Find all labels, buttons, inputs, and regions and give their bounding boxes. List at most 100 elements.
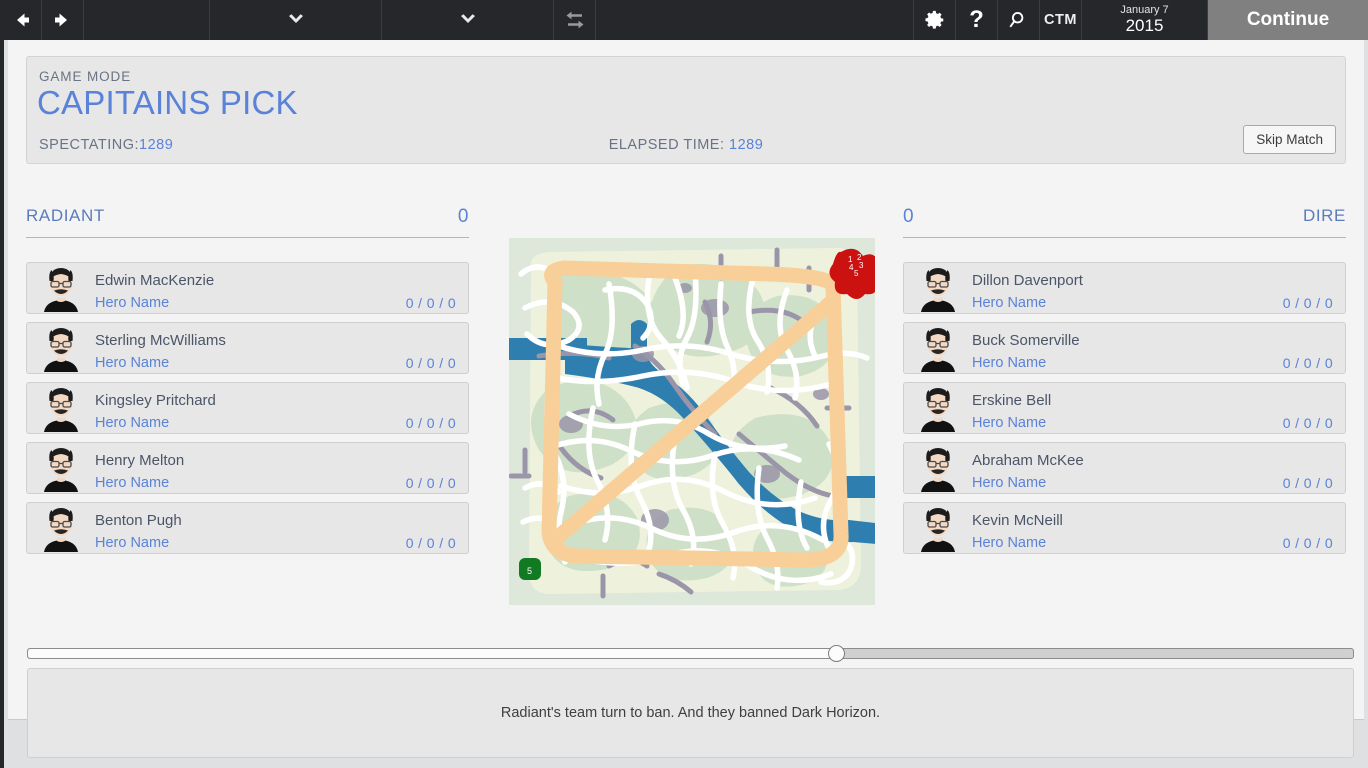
match-minimap[interactable]: 1 2 4 3 5 5 [509, 238, 875, 605]
radiant-marker: 5 [519, 558, 541, 580]
spectating-info: SPECTATING:1289 [39, 137, 173, 153]
svg-text:3: 3 [859, 261, 864, 270]
player-name: Benton Pugh [95, 512, 182, 529]
continue-label: Continue [1246, 9, 1330, 30]
elapsed-label: ELAPSED TIME: [608, 137, 725, 153]
avatar [39, 506, 83, 552]
player-name: Kevin McNeill [972, 512, 1063, 529]
avatar [916, 326, 960, 372]
dire-roster: Dillon Davenport Hero Name 0 / 0 / 0 Buck S… [903, 262, 1346, 562]
player-row[interactable]: Buck Somerville Hero Name 0 / 0 / 0 [903, 322, 1346, 374]
radiant-team-header: RADIANT 0 [26, 206, 469, 238]
match-screen: GAME MODE CAPITAINS PICK SPECTATING:1289… [0, 40, 1368, 768]
radiant-roster: Edwin MacKenzie Hero Name 0 / 0 / 0 Sterlin… [26, 262, 469, 562]
spectating-label: SPECTATING: [39, 137, 140, 153]
settings-button[interactable] [914, 0, 956, 40]
player-name: Erskine Bell [972, 392, 1052, 409]
slider-fill [28, 649, 838, 658]
player-name: Sterling McWilliams [95, 332, 226, 349]
hero-name: Hero Name [95, 355, 170, 371]
svg-text:5: 5 [854, 269, 859, 278]
player-name: Dillon Davenport [972, 272, 1083, 289]
player-kda: 0 / 0 / 0 [1282, 295, 1333, 311]
chevron-down-icon [458, 13, 478, 27]
ctm-label: CTM [1044, 12, 1077, 28]
player-row[interactable]: Benton Pugh Hero Name 0 / 0 / 0 [26, 502, 469, 554]
ctm-button[interactable]: CTM [1040, 0, 1082, 40]
date-display[interactable]: January 7 2015 [1082, 0, 1208, 40]
player-row[interactable]: Kingsley Pritchard Hero Name 0 / 0 / 0 [26, 382, 469, 434]
hero-name: Hero Name [95, 415, 170, 431]
arrow-right-icon [52, 9, 74, 31]
hero-name: Hero Name [972, 295, 1047, 311]
avatar [39, 386, 83, 432]
svg-text:5: 5 [527, 566, 532, 576]
player-kda: 0 / 0 / 0 [405, 475, 456, 491]
radiant-score: 0 [457, 206, 469, 227]
toolbar-filler [596, 0, 914, 40]
hero-name: Hero Name [95, 475, 170, 491]
elapsed-time-info: ELAPSED TIME: 1289 [609, 137, 764, 153]
player-row[interactable]: Edwin MacKenzie Hero Name 0 / 0 / 0 [26, 262, 469, 314]
player-kda: 0 / 0 / 0 [1282, 415, 1333, 431]
player-kda: 0 / 0 / 0 [1282, 535, 1333, 551]
hero-name: Hero Name [95, 535, 170, 551]
game-mode-title: CAPITAINS PICK [37, 84, 298, 121]
player-row[interactable]: Erskine Bell Hero Name 0 / 0 / 0 [903, 382, 1346, 434]
avatar [916, 506, 960, 552]
back-button[interactable] [0, 0, 42, 40]
skip-match-button[interactable]: Skip Match [1243, 125, 1336, 154]
game-mode-box: GAME MODE CAPITAINS PICK SPECTATING:1289… [26, 56, 1346, 164]
player-row[interactable]: Kevin McNeill Hero Name 0 / 0 / 0 [903, 502, 1346, 554]
question-mark-icon: ? [969, 6, 984, 33]
player-name: Buck Somerville [972, 332, 1080, 349]
toolbar-slot-a[interactable] [84, 0, 210, 40]
player-name: Henry Melton [95, 452, 185, 469]
player-name: Abraham McKee [972, 452, 1084, 469]
player-name: Kingsley Pritchard [95, 392, 216, 409]
player-kda: 0 / 0 / 0 [1282, 475, 1333, 491]
date-day: January 7 [1120, 3, 1169, 16]
player-name: Edwin MacKenzie [95, 272, 215, 289]
dire-team-header: 0 DIRE [903, 206, 1346, 238]
match-timeline-slider[interactable] [27, 643, 1354, 663]
game-mode-label: GAME MODE [39, 69, 132, 84]
player-kda: 0 / 0 / 0 [1282, 355, 1333, 371]
match-panel: GAME MODE CAPITAINS PICK SPECTATING:1289… [8, 40, 1364, 758]
hero-name: Hero Name [972, 355, 1047, 371]
search-button[interactable] [998, 0, 1040, 40]
hero-name: Hero Name [95, 295, 170, 311]
radiant-team-name: RADIANT [26, 206, 105, 225]
player-kda: 0 / 0 / 0 [405, 355, 456, 371]
player-row[interactable]: Dillon Davenport Hero Name 0 / 0 / 0 [903, 262, 1346, 314]
player-row[interactable]: Sterling McWilliams Hero Name 0 / 0 / 0 [26, 322, 469, 374]
chevron-down-icon [286, 13, 306, 27]
player-row[interactable]: Abraham McKee Hero Name 0 / 0 / 0 [903, 442, 1346, 494]
top-toolbar: ? CTM January 7 2015 Continue [0, 0, 1368, 40]
elapsed-value: 1289 [729, 137, 764, 153]
swap-button[interactable] [554, 0, 596, 40]
avatar [916, 446, 960, 492]
match-message-text: Radiant's team turn to ban. And they ban… [500, 705, 881, 721]
avatar [916, 266, 960, 312]
avatar [39, 266, 83, 312]
magnifier-icon [1008, 9, 1030, 31]
player-row[interactable]: Henry Melton Hero Name 0 / 0 / 0 [26, 442, 469, 494]
avatar [916, 386, 960, 432]
toolbar-dropdown-1[interactable] [210, 0, 382, 40]
toolbar-dropdown-2[interactable] [382, 0, 554, 40]
slider-thumb[interactable] [828, 645, 846, 662]
avatar [39, 446, 83, 492]
hero-name: Hero Name [972, 535, 1047, 551]
match-message-box: Radiant's team turn to ban. And they ban… [27, 668, 1354, 758]
dire-team-name: DIRE [1302, 206, 1346, 225]
player-kda: 0 / 0 / 0 [405, 535, 456, 551]
dire-score: 0 [903, 206, 915, 227]
spectating-value: 1289 [139, 137, 174, 153]
continue-button[interactable]: Continue [1208, 0, 1368, 40]
hero-name: Hero Name [972, 415, 1047, 431]
date-year: 2015 [1125, 16, 1164, 36]
forward-button[interactable] [42, 0, 84, 40]
swap-arrows-icon [564, 10, 586, 30]
help-button[interactable]: ? [956, 0, 998, 40]
